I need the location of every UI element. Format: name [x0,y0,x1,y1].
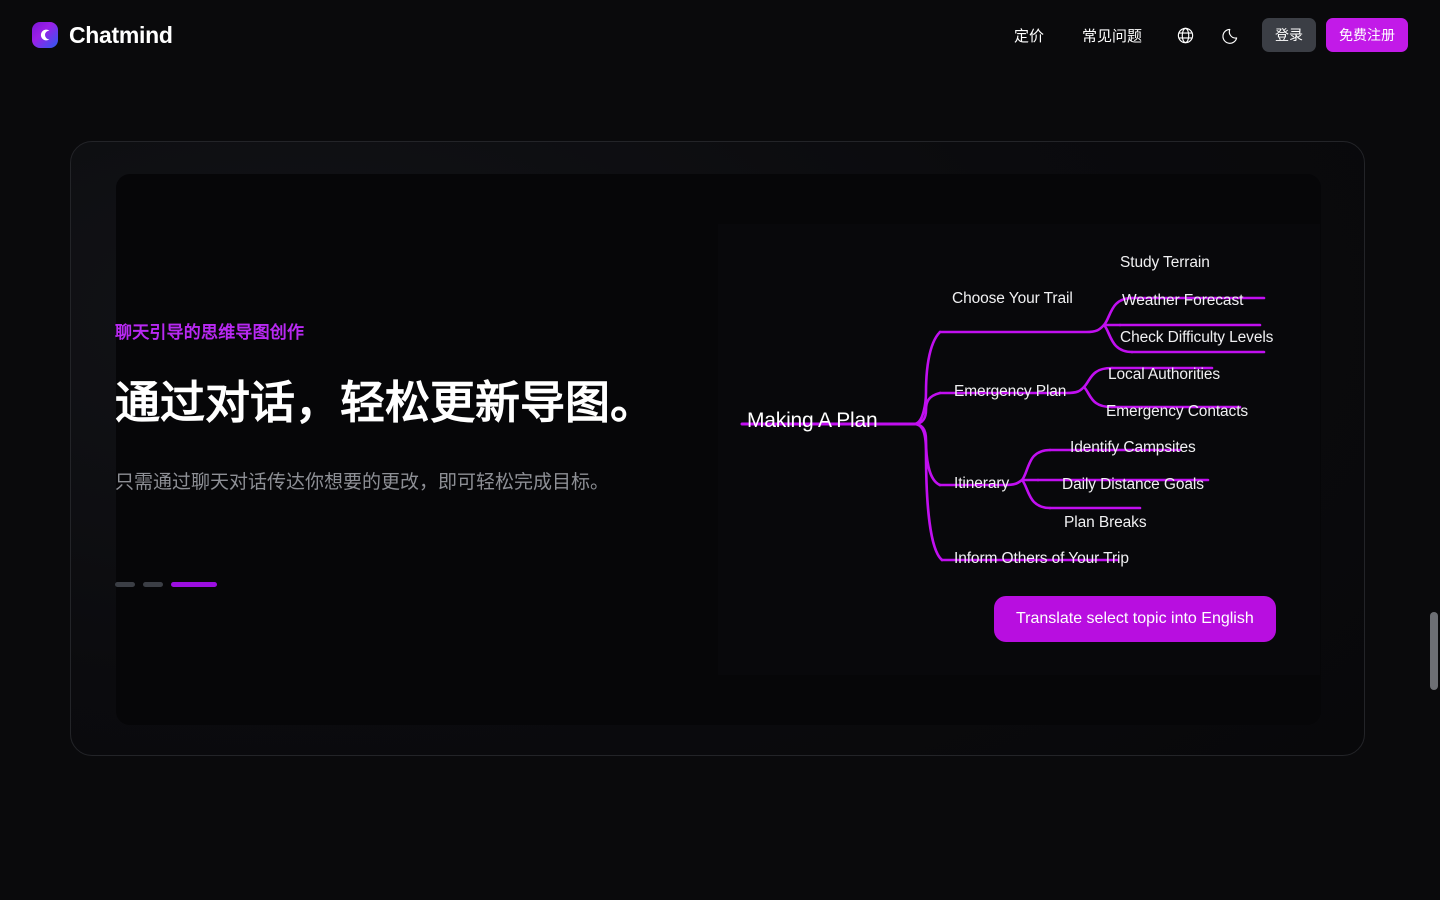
page-scrollbar[interactable] [1428,0,1440,900]
mindmap-node-weather-forecast[interactable]: Weather Forecast [1122,292,1243,310]
mindmap-node-local-authorities[interactable]: Local Authorities [1108,366,1220,384]
brand-name: Chatmind [69,22,173,49]
mindmap-node-identify-campsites[interactable]: Identify Campsites [1070,439,1196,457]
nav-link-pricing[interactable]: 定价 [1004,19,1054,52]
hero-eyebrow: 聊天引导的思维导图创作 [115,320,705,346]
mindmap-node-inform-others-of-your-trip[interactable]: Inform Others of Your Trip [954,550,1129,568]
chatmind-c-logo-icon [32,22,58,48]
mindmap-node-itinerary[interactable]: Itinerary [954,475,1009,493]
brand-logo[interactable]: Chatmind [32,22,173,49]
navbar-actions: 定价 常见问题 登录 免费注册 [1004,18,1408,52]
mindmap-node-daily-distance-goals[interactable]: Daily Distance Goals [1062,476,1204,494]
page-title: 通过对话，轻松更新导图。 [115,376,705,431]
carousel-dot-1[interactable] [115,582,135,587]
carousel-pagination [115,582,217,587]
carousel-dot-3[interactable] [171,582,217,587]
signup-button[interactable]: 免费注册 [1326,18,1408,52]
mindmap-node-root[interactable]: Making A Plan [747,409,878,433]
login-button[interactable]: 登录 [1262,18,1316,52]
mindmap-node-check-difficulty-levels[interactable]: Check Difficulty Levels [1120,329,1273,347]
nav-link-faq[interactable]: 常见问题 [1072,19,1152,52]
mindmap-node-plan-breaks[interactable]: Plan Breaks [1064,514,1146,532]
hero-subtitle: 只需通过聊天对话传达你想要的更改，即可轻松完成目标。 [115,469,705,498]
mindmap-node-study-terrain[interactable]: Study Terrain [1120,254,1210,272]
carousel-dot-2[interactable] [143,582,163,587]
top-navbar: Chatmind 定价 常见问题 登录 免费注册 [0,0,1440,70]
scrollbar-thumb[interactable] [1430,612,1438,690]
globe-icon[interactable] [1170,20,1200,50]
moon-icon[interactable] [1216,20,1246,50]
hero-copy: 聊天引导的思维导图创作 通过对话，轻松更新导图。 只需通过聊天对话传达你想要的更… [115,320,705,497]
mindmap-node-choose-your-trail[interactable]: Choose Your Trail [952,290,1073,308]
mindmap-node-emergency-contacts[interactable]: Emergency Contacts [1106,403,1248,421]
translate-topic-button[interactable]: Translate select topic into English [994,596,1276,642]
mindmap-node-emergency-plan[interactable]: Emergency Plan [954,383,1066,401]
